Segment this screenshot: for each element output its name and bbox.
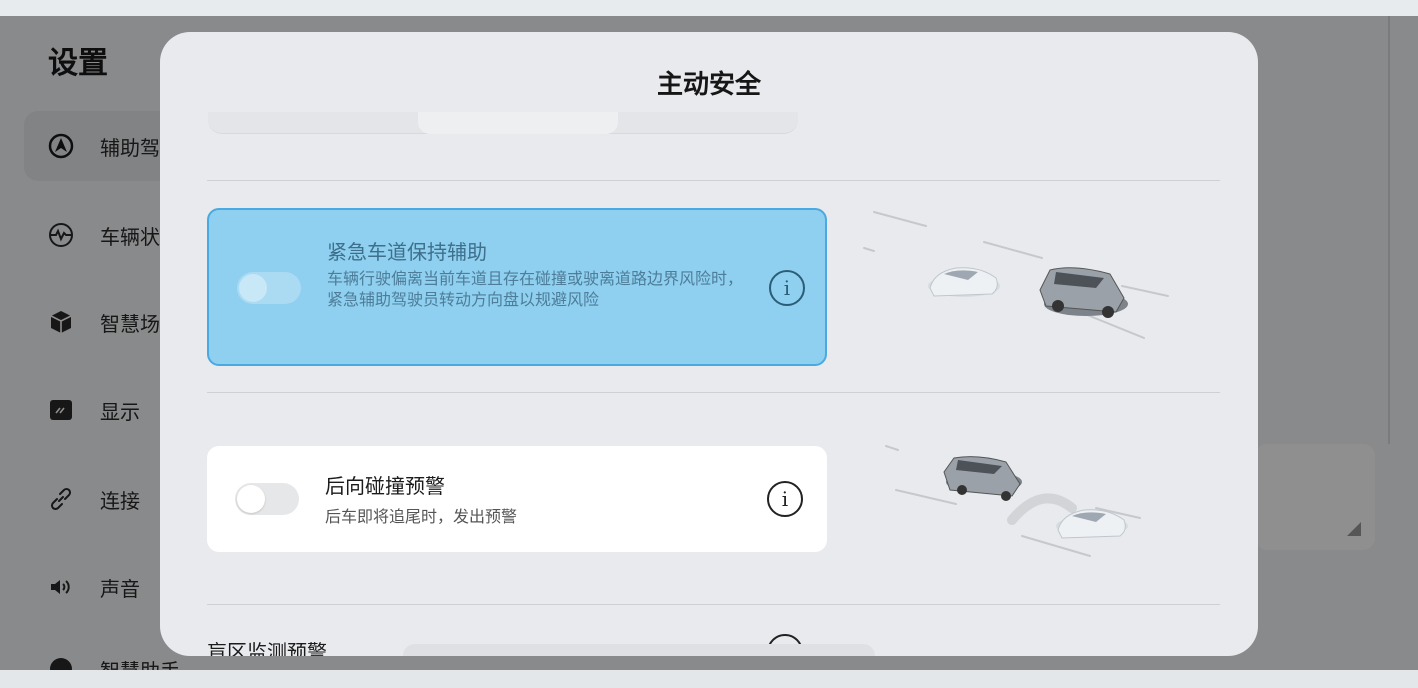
emergency-lane-keep-toggle[interactable] [237, 272, 301, 304]
divider [207, 392, 1220, 393]
row-title: 后向碰撞预警 [325, 474, 445, 498]
info-icon[interactable]: i [767, 481, 803, 517]
rear-collision-illustration [882, 444, 1182, 564]
toggle-knob [237, 485, 265, 513]
dialog-title: 主动安全 [656, 70, 761, 100]
row-title: 紧急车道保持辅助 [327, 240, 487, 264]
row-title: 盲区监测预警 [207, 640, 327, 656]
info-icon[interactable]: i [769, 270, 805, 306]
row-description: 车辆行驶偏离当前车道且存在碰撞或驶离道路边界风险时，紧急辅助驾驶员转动方向盘以规… [327, 269, 744, 309]
scroll-pill [403, 644, 875, 656]
active-safety-dialog: 主动安全 紧急车道保持辅助 车辆行驶偏离当前车道且存在碰撞或驶离道路边界风险时，… [160, 32, 1258, 656]
lane-keep-illustration [860, 208, 1180, 348]
divider [207, 604, 1220, 605]
status-bar [0, 0, 1418, 16]
toggle-knob [239, 274, 267, 302]
row-rear-collision-warning[interactable]: 后向碰撞预警 后车即将追尾时，发出预警 i [207, 446, 827, 552]
rear-collision-warning-toggle[interactable] [235, 483, 299, 515]
previous-row-edge [208, 112, 798, 134]
row-emergency-lane-keep[interactable]: 紧急车道保持辅助 车辆行驶偏离当前车道且存在碰撞或驶离道路边界风险时，紧急辅助驾… [207, 208, 827, 366]
divider [207, 180, 1220, 181]
segment-pill [418, 112, 618, 134]
bottom-bar [0, 670, 1418, 688]
row-description: 后车即将追尾时，发出预警 [325, 507, 518, 526]
